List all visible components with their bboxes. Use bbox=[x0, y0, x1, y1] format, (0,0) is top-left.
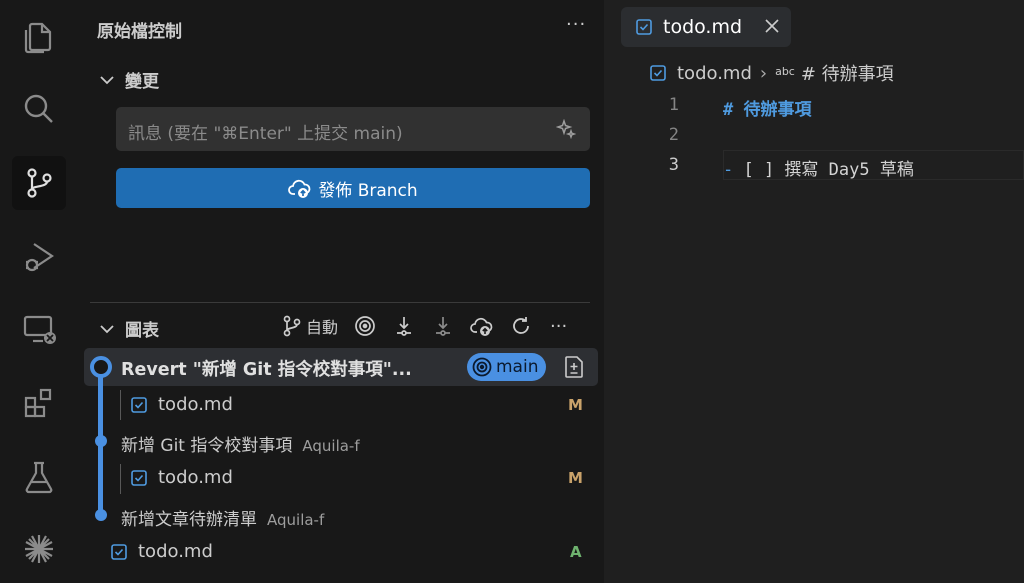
commit-author: Aquila-f bbox=[267, 511, 325, 529]
copilot-icon[interactable] bbox=[12, 522, 66, 576]
markdown-checkbox-icon bbox=[636, 19, 652, 35]
markdown-checkbox-icon bbox=[131, 469, 147, 486]
cloud-upload-icon bbox=[288, 179, 311, 198]
commit-message: Revert "新增 Git 指令校對事項"... bbox=[121, 360, 412, 380]
tree-guide bbox=[120, 390, 121, 420]
commit-title: 新增 Git 指令校對事項 bbox=[121, 436, 293, 456]
graph-more-icon[interactable]: ··· bbox=[548, 312, 567, 340]
file-name: todo.md bbox=[158, 394, 233, 415]
markdown-checkbox-icon bbox=[111, 543, 127, 560]
line-number: 2 bbox=[668, 125, 679, 145]
graph-line bbox=[98, 372, 103, 442]
changes-section-header[interactable]: 變更 bbox=[97, 67, 159, 92]
changes-section-label: 變更 bbox=[125, 72, 159, 92]
search-icon[interactable] bbox=[12, 82, 66, 136]
head-commit-node bbox=[90, 356, 112, 378]
branch-icon bbox=[283, 315, 301, 337]
tab-label: todo.md bbox=[663, 16, 743, 38]
tab-todo-md[interactable]: todo.md bbox=[621, 7, 791, 47]
panel-title: 原始檔控制 bbox=[97, 22, 182, 42]
file-status: M bbox=[568, 396, 583, 414]
pull-button[interactable] bbox=[431, 312, 455, 340]
file-name: todo.md bbox=[158, 467, 233, 488]
publish-branch-label: 發佈 Branch bbox=[318, 180, 418, 201]
remote-explorer-icon[interactable] bbox=[12, 302, 66, 356]
commit-message[interactable]: 新增文章待辦清單 Aquila-f bbox=[121, 505, 324, 530]
branch-name: main bbox=[496, 357, 539, 377]
sparkle-icon[interactable] bbox=[556, 119, 576, 139]
fetch-button[interactable] bbox=[392, 312, 416, 340]
graph-section-label: 圖表 bbox=[125, 321, 159, 341]
chevron-down-icon bbox=[100, 75, 114, 84]
tree-guide bbox=[120, 464, 121, 494]
line-number: 3 bbox=[668, 155, 679, 175]
section-divider bbox=[90, 302, 590, 303]
run-debug-icon[interactable] bbox=[12, 230, 66, 284]
refresh-icon bbox=[513, 317, 529, 334]
file-status: M bbox=[568, 469, 583, 487]
refresh-button[interactable] bbox=[509, 312, 533, 340]
source-control-panel: 原始檔控制 ··· 變更 訊息 (要在 "⌘Enter" 上提交 main) 發… bbox=[76, 0, 604, 583]
more-actions-icon[interactable]: ··· bbox=[566, 14, 586, 35]
explorer-icon[interactable] bbox=[12, 10, 66, 64]
push-button[interactable] bbox=[470, 312, 494, 340]
markdown-checkbox-icon bbox=[131, 396, 147, 413]
auto-branch-button[interactable]: 自動 bbox=[280, 312, 338, 340]
target-icon bbox=[472, 357, 492, 377]
commit-author: Aquila-f bbox=[302, 437, 360, 455]
graph-toolbar: 自動 ··· bbox=[280, 312, 582, 340]
commit-node bbox=[95, 435, 107, 447]
cloud-upload-icon bbox=[470, 317, 493, 336]
open-changes-icon[interactable] bbox=[563, 354, 585, 380]
code-line-heading[interactable]: # 待辦事項 bbox=[723, 95, 811, 120]
branch-badge[interactable]: main bbox=[467, 353, 547, 381]
commit-message[interactable]: 新增 Git 指令校對事項 Aquila-f bbox=[121, 431, 360, 456]
commit-message-placeholder: 訊息 (要在 "⌘Enter" 上提交 main) bbox=[128, 124, 403, 144]
close-icon[interactable] bbox=[763, 17, 781, 35]
chevron-right-icon: › bbox=[759, 62, 768, 84]
commit-title: 新增文章待辦清單 bbox=[121, 510, 257, 530]
chevron-down-icon bbox=[100, 324, 114, 333]
list-marker: - bbox=[723, 160, 734, 180]
graph-line bbox=[98, 442, 103, 514]
graph-section-header[interactable]: 圖表 bbox=[97, 316, 159, 341]
testing-icon[interactable] bbox=[12, 450, 66, 504]
publish-branch-button[interactable]: 發佈 Branch bbox=[116, 168, 590, 208]
changed-file-row[interactable]: todo.md bbox=[130, 467, 233, 488]
line-number: 1 bbox=[668, 95, 679, 115]
target-button[interactable] bbox=[353, 312, 377, 340]
commit-node bbox=[95, 509, 107, 521]
task-text: [ ] 撰寫 Day5 草稿 bbox=[733, 160, 914, 180]
changed-file-row[interactable]: todo.md bbox=[130, 394, 233, 415]
file-name: todo.md bbox=[138, 541, 213, 562]
code-line-task[interactable]: - [ ] 撰寫 Day5 草稿 bbox=[723, 155, 914, 180]
breadcrumb: todo.md › abc # 待辦事項 bbox=[649, 60, 894, 86]
abc-symbol-icon: abc bbox=[775, 64, 795, 78]
source-control-icon[interactable] bbox=[12, 156, 66, 210]
breadcrumb-symbol[interactable]: # 待辦事項 bbox=[801, 60, 894, 86]
changed-file-row[interactable]: todo.md bbox=[110, 541, 213, 562]
editor-area: todo.md todo.md › abc # 待辦事項 1 2 3 # 待辦事… bbox=[613, 0, 1024, 583]
fetch-icon bbox=[397, 317, 412, 336]
auto-label: 自動 bbox=[306, 318, 339, 337]
commit-message-input[interactable]: 訊息 (要在 "⌘Enter" 上提交 main) bbox=[116, 107, 590, 151]
markdown-checkbox-icon bbox=[650, 65, 666, 81]
pull-icon bbox=[436, 317, 451, 336]
file-status: A bbox=[570, 543, 582, 561]
extensions-icon[interactable] bbox=[12, 376, 66, 430]
breadcrumb-file[interactable]: todo.md bbox=[677, 63, 752, 84]
target-icon bbox=[355, 316, 375, 336]
activity-bar bbox=[0, 0, 76, 583]
